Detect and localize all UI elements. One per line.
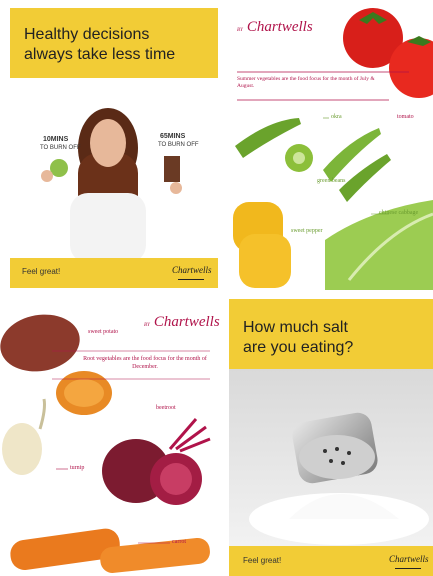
label-sweet-pepper: sweet pepper <box>291 228 323 234</box>
headline-line-2: always take less time <box>24 46 176 63</box>
headline-banner: How much salt are you eating? <box>229 299 433 369</box>
label-green-beans: green beans <box>317 178 346 184</box>
intro-text: Root vegetables are the food focus for t… <box>83 356 207 370</box>
chocolate-bar-icon <box>164 156 180 182</box>
headline-line-1: Healthy decisions <box>24 26 150 43</box>
footer-banner: Feel great! Chartwells <box>10 258 218 288</box>
poster-root-vegetables: BY Chartwells sweet potato Root vegetabl… <box>0 299 221 576</box>
headline-line-1: How much salt <box>243 319 348 336</box>
brand-logo: Chartwells <box>172 265 212 275</box>
root-vegetables-image <box>0 314 211 573</box>
poster-salt: How much salt are you eating? Feel great… <box>229 299 433 576</box>
right-burn-label: TO BURN OFF <box>158 142 199 148</box>
okra-image <box>233 117 433 290</box>
left-mins-label: 10MINS <box>43 136 69 143</box>
poster-healthy-decisions: Healthy decisions always take less time … <box>0 0 218 288</box>
headline-line-2: are you eating? <box>243 339 354 356</box>
footer-banner: Feel great! Chartwells <box>229 546 433 576</box>
salt-shaker-image <box>229 369 433 546</box>
tomatoes-image <box>237 8 433 101</box>
label-sweet-potato: sweet potato <box>88 329 119 335</box>
left-burn-label: TO BURN OFF <box>40 145 81 151</box>
poster-summer-vegetables: BY Chartwells Summer vegetables are the … <box>229 0 433 290</box>
brand-logo-underline <box>178 279 204 280</box>
label-beetroot: beetroot <box>156 405 176 411</box>
brand-logo-underline <box>395 568 421 569</box>
label-chinese-cabbage: chinese cabbage <box>379 210 419 216</box>
intro-text: Summer vegetables are the food focus for… <box>237 76 375 89</box>
label-carrot: carrot <box>172 539 186 545</box>
label-okra: okra <box>331 114 342 120</box>
headline-banner: Healthy decisions always take less time <box>10 8 218 78</box>
footer-text: Feel great! <box>22 267 61 276</box>
woman-photo <box>41 108 182 258</box>
label-turnip: turnip <box>70 465 85 471</box>
brand-logo: Chartwells <box>389 554 429 564</box>
footer-text: Feel great! <box>243 556 282 565</box>
right-mins-label: 65MINS <box>160 133 186 140</box>
